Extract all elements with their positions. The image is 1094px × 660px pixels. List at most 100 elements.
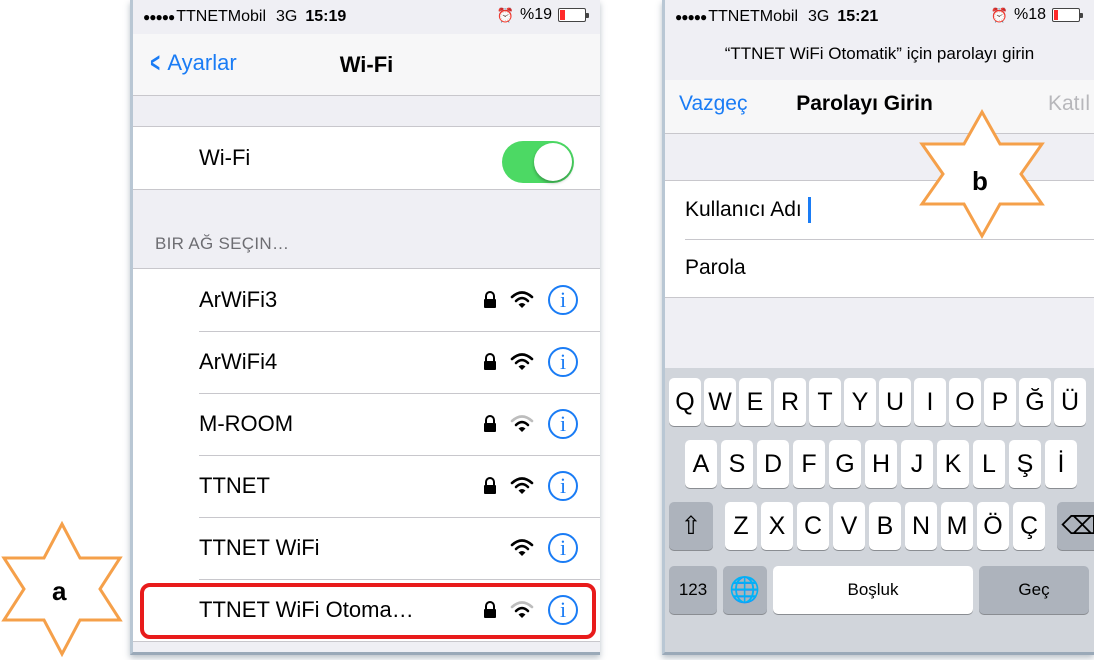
key-O[interactable]: O: [949, 378, 981, 426]
key-D[interactable]: D: [757, 440, 789, 488]
lock-icon: [484, 477, 496, 494]
wifi-toggle-group: Wi-Fi: [133, 126, 600, 190]
nav-bar: < Ayarlar Wi-Fi: [133, 34, 600, 96]
network-name: TTNET: [199, 473, 270, 498]
battery-percent: %18: [1013, 6, 1046, 23]
wifi-settings-screen: ●●●●● TTNETMobil 3G 15:19 ⏰ %19 < Ayarla…: [130, 0, 600, 655]
lock-icon: [484, 415, 496, 432]
key-Ç[interactable]: Ç: [1013, 502, 1045, 550]
numbers-key[interactable]: 123: [669, 566, 717, 614]
password-screen: ●●●●● TTNETMobil 3G 15:21 ⏰ %18 “TTNET W…: [662, 0, 1094, 655]
key-U[interactable]: U: [879, 378, 911, 426]
key-M[interactable]: M: [941, 502, 973, 550]
keyboard: QWERTYUIOPĞÜ ASDFGHJKLŞİ ⇧ Z X C V B N M Ö Ç ⌫ 123…: [665, 368, 1094, 652]
info-icon[interactable]: i: [548, 285, 578, 315]
key-Ö[interactable]: Ö: [977, 502, 1009, 550]
key-S[interactable]: S: [721, 440, 753, 488]
network-row[interactable]: ArWiFi3 i: [133, 269, 600, 331]
star-a-label: a: [52, 576, 67, 606]
carrier-name: TTNETMobil: [708, 8, 799, 25]
space-key[interactable]: Boşluk: [773, 566, 973, 614]
lock-icon: [484, 353, 496, 370]
key-Q[interactable]: Q: [669, 378, 701, 426]
key-W[interactable]: W: [704, 378, 736, 426]
info-icon[interactable]: i: [548, 471, 578, 501]
password-label: Parola: [685, 256, 746, 279]
network-row[interactable]: ArWiFi4 i: [133, 331, 600, 393]
key-E[interactable]: E: [739, 378, 771, 426]
password-prompt: “TTNET WiFi Otomatik” için parolayı giri…: [724, 44, 1035, 63]
backspace-key[interactable]: ⌫: [1057, 502, 1094, 550]
key-P[interactable]: P: [984, 378, 1016, 426]
key-R[interactable]: R: [774, 378, 806, 426]
info-icon[interactable]: i: [548, 533, 578, 563]
key-X[interactable]: X: [761, 502, 793, 550]
signal-dots: ●●●●●: [143, 10, 175, 24]
key-C[interactable]: C: [797, 502, 829, 550]
network-type: 3G: [276, 8, 298, 25]
alarm-icon: ⏰: [990, 6, 1008, 23]
wifi-signal-icon: [510, 353, 534, 370]
network-type: 3G: [808, 8, 830, 25]
battery-icon: [1052, 8, 1083, 22]
battery-icon: [558, 8, 589, 22]
key-T[interactable]: T: [809, 378, 841, 426]
password-field[interactable]: Parola: [665, 239, 1094, 297]
key-B[interactable]: B: [869, 502, 901, 550]
keyboard-row-1: QWERTYUIOPĞÜ: [665, 378, 1086, 426]
join-button[interactable]: Katıl: [1048, 92, 1090, 116]
key-İ[interactable]: İ: [1045, 440, 1077, 488]
key-L[interactable]: L: [973, 440, 1005, 488]
status-time: 15:19: [305, 8, 347, 25]
key-A[interactable]: A: [685, 440, 717, 488]
wifi-signal-icon: [510, 415, 534, 432]
network-status-icons: i: [482, 269, 578, 331]
key-Ü[interactable]: Ü: [1054, 378, 1086, 426]
globe-icon[interactable]: 🌐: [723, 566, 767, 614]
info-icon[interactable]: i: [548, 409, 578, 439]
network-row[interactable]: M-ROOM i: [133, 393, 600, 455]
status-bar: ●●●●● TTNETMobil 3G 15:19 ⏰ %19: [133, 0, 600, 34]
wifi-toggle-switch[interactable]: [502, 141, 574, 183]
star-b-label: b: [972, 166, 988, 196]
key-F[interactable]: F: [793, 440, 825, 488]
key-G[interactable]: G: [829, 440, 861, 488]
keyboard-row-2: ASDFGHJKLŞİ: [665, 440, 1077, 488]
key-V[interactable]: V: [833, 502, 865, 550]
wifi-signal-icon: [510, 291, 534, 308]
info-icon[interactable]: i: [548, 347, 578, 377]
status-time: 15:21: [837, 8, 879, 25]
key-Y[interactable]: Y: [844, 378, 876, 426]
key-J[interactable]: J: [901, 440, 933, 488]
network-name: TTNET WiFi: [199, 535, 320, 560]
keyboard-row-3: ⇧ Z X C V B N M Ö Ç ⌫: [665, 502, 1094, 550]
key-N[interactable]: N: [905, 502, 937, 550]
network-row[interactable]: TTNET i: [133, 455, 600, 517]
page-title: Wi-Fi: [339, 52, 394, 77]
choose-network-header: BIR AĞ SEÇIN…: [155, 234, 290, 253]
return-key[interactable]: Geç: [979, 566, 1089, 614]
shift-key[interactable]: ⇧: [669, 502, 713, 550]
signal-dots: ●●●●●: [675, 10, 707, 24]
key-K[interactable]: K: [937, 440, 969, 488]
network-status-icons: i: [482, 455, 578, 517]
wifi-signal-icon: [510, 477, 534, 494]
alarm-icon: ⏰: [496, 6, 514, 23]
key-H[interactable]: H: [865, 440, 897, 488]
text-cursor: [807, 197, 811, 223]
key-Z[interactable]: Z: [725, 502, 757, 550]
wifi-label: Wi-Fi: [199, 145, 251, 170]
key-Ğ[interactable]: Ğ: [1019, 378, 1051, 426]
network-status-icons: i: [482, 331, 578, 393]
keyboard-row-4: 123 🌐 Boşluk Geç: [665, 566, 1089, 614]
network-name: M-ROOM: [199, 411, 294, 436]
key-I[interactable]: I: [914, 378, 946, 426]
status-bar: ●●●●● TTNETMobil 3G 15:21 ⏰ %18: [665, 0, 1094, 34]
network-row[interactable]: TTNET WiFi i: [133, 517, 600, 579]
username-label: Kullanıcı Adı: [685, 198, 802, 221]
wifi-toggle-row: Wi-Fi: [133, 127, 600, 189]
lock-icon: [484, 291, 496, 308]
network-status-icons: i: [482, 393, 578, 455]
key-Ş[interactable]: Ş: [1009, 440, 1041, 488]
selected-network-highlight: [140, 583, 596, 639]
